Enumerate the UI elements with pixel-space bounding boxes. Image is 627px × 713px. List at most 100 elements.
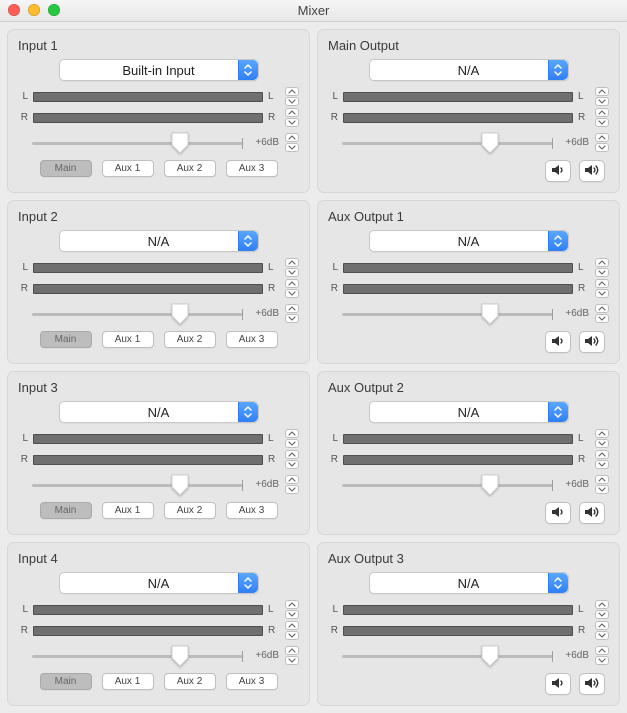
output-3-gain-slider[interactable]	[342, 476, 553, 494]
stepper-down-icon[interactable]	[595, 268, 609, 277]
input-2-gain-stepper[interactable]	[285, 304, 299, 323]
input-4-route-main-button[interactable]: Main	[40, 673, 92, 690]
input-2-device-select[interactable]: N/A	[59, 230, 259, 252]
input-1-gain-slider[interactable]	[32, 134, 243, 152]
input-2-route-main-button[interactable]: Main	[40, 331, 92, 348]
stepper-down-icon[interactable]	[285, 289, 299, 298]
output-3-gain-stepper[interactable]	[595, 475, 609, 494]
output-4-volume-low-button[interactable]	[545, 673, 571, 695]
output-2-left-stepper[interactable]	[595, 258, 609, 277]
stepper-down-icon[interactable]	[285, 485, 299, 494]
input-4-gain-stepper[interactable]	[285, 646, 299, 665]
stepper-down-icon[interactable]	[595, 610, 609, 619]
stepper-up-icon[interactable]	[285, 600, 299, 609]
stepper-up-icon[interactable]	[285, 133, 299, 142]
stepper-down-icon[interactable]	[285, 460, 299, 469]
input-3-device-select[interactable]: N/A	[59, 401, 259, 423]
stepper-up-icon[interactable]	[285, 108, 299, 117]
output-4-device-select[interactable]: N/A	[369, 572, 569, 594]
stepper-down-icon[interactable]	[285, 118, 299, 127]
stepper-down-icon[interactable]	[595, 289, 609, 298]
stepper-up-icon[interactable]	[595, 429, 609, 438]
stepper-down-icon[interactable]	[595, 143, 609, 152]
stepper-up-icon[interactable]	[285, 87, 299, 96]
input-2-gain-slider[interactable]	[32, 305, 243, 323]
output-2-gain-slider[interactable]	[342, 305, 553, 323]
stepper-down-icon[interactable]	[285, 610, 299, 619]
stepper-down-icon[interactable]	[595, 656, 609, 665]
output-3-volume-low-button[interactable]	[545, 502, 571, 524]
input-2-route-aux2-button[interactable]: Aux 2	[164, 331, 216, 348]
output-3-device-select[interactable]: N/A	[369, 401, 569, 423]
stepper-down-icon[interactable]	[595, 97, 609, 106]
stepper-down-icon[interactable]	[285, 314, 299, 323]
stepper-down-icon[interactable]	[285, 143, 299, 152]
stepper-down-icon[interactable]	[285, 656, 299, 665]
stepper-up-icon[interactable]	[595, 87, 609, 96]
input-4-route-aux2-button[interactable]: Aux 2	[164, 673, 216, 690]
stepper-down-icon[interactable]	[595, 631, 609, 640]
stepper-up-icon[interactable]	[285, 621, 299, 630]
input-1-route-aux2-button[interactable]: Aux 2	[164, 160, 216, 177]
stepper-up-icon[interactable]	[595, 450, 609, 459]
output-1-volume-low-button[interactable]	[545, 160, 571, 182]
stepper-up-icon[interactable]	[285, 279, 299, 288]
stepper-up-icon[interactable]	[285, 429, 299, 438]
stepper-up-icon[interactable]	[595, 304, 609, 313]
output-4-right-stepper[interactable]	[595, 621, 609, 640]
output-4-gain-stepper[interactable]	[595, 646, 609, 665]
input-3-route-aux3-button[interactable]: Aux 3	[226, 502, 278, 519]
input-4-gain-slider[interactable]	[32, 647, 243, 665]
input-3-route-aux1-button[interactable]: Aux 1	[102, 502, 154, 519]
output-2-volume-low-button[interactable]	[545, 331, 571, 353]
input-4-right-stepper[interactable]	[285, 621, 299, 640]
stepper-up-icon[interactable]	[595, 475, 609, 484]
output-3-right-stepper[interactable]	[595, 450, 609, 469]
input-4-device-select[interactable]: N/A	[59, 572, 259, 594]
output-4-volume-high-button[interactable]	[579, 673, 605, 695]
output-1-right-stepper[interactable]	[595, 108, 609, 127]
stepper-down-icon[interactable]	[595, 485, 609, 494]
stepper-up-icon[interactable]	[595, 600, 609, 609]
stepper-up-icon[interactable]	[595, 258, 609, 267]
input-1-gain-stepper[interactable]	[285, 133, 299, 152]
minimize-icon[interactable]	[28, 4, 40, 16]
input-2-route-aux3-button[interactable]: Aux 3	[226, 331, 278, 348]
output-1-gain-slider[interactable]	[342, 134, 553, 152]
stepper-up-icon[interactable]	[285, 475, 299, 484]
output-1-device-select[interactable]: N/A	[369, 59, 569, 81]
output-4-left-stepper[interactable]	[595, 600, 609, 619]
stepper-up-icon[interactable]	[285, 646, 299, 655]
input-2-left-stepper[interactable]	[285, 258, 299, 277]
input-3-route-aux2-button[interactable]: Aux 2	[164, 502, 216, 519]
stepper-up-icon[interactable]	[595, 621, 609, 630]
input-3-route-main-button[interactable]: Main	[40, 502, 92, 519]
stepper-down-icon[interactable]	[595, 118, 609, 127]
input-4-left-stepper[interactable]	[285, 600, 299, 619]
input-1-route-aux3-button[interactable]: Aux 3	[226, 160, 278, 177]
input-3-left-stepper[interactable]	[285, 429, 299, 448]
stepper-down-icon[interactable]	[595, 439, 609, 448]
stepper-up-icon[interactable]	[595, 108, 609, 117]
stepper-down-icon[interactable]	[285, 268, 299, 277]
output-3-volume-high-button[interactable]	[579, 502, 605, 524]
input-1-device-select[interactable]: Built-in Input	[59, 59, 259, 81]
output-1-left-stepper[interactable]	[595, 87, 609, 106]
input-4-route-aux1-button[interactable]: Aux 1	[102, 673, 154, 690]
output-1-volume-high-button[interactable]	[579, 160, 605, 182]
input-1-right-stepper[interactable]	[285, 108, 299, 127]
stepper-up-icon[interactable]	[595, 133, 609, 142]
stepper-up-icon[interactable]	[595, 646, 609, 655]
stepper-up-icon[interactable]	[285, 304, 299, 313]
input-4-route-aux3-button[interactable]: Aux 3	[226, 673, 278, 690]
output-2-volume-high-button[interactable]	[579, 331, 605, 353]
input-3-right-stepper[interactable]	[285, 450, 299, 469]
input-1-left-stepper[interactable]	[285, 87, 299, 106]
stepper-down-icon[interactable]	[595, 314, 609, 323]
output-4-gain-slider[interactable]	[342, 647, 553, 665]
stepper-down-icon[interactable]	[285, 97, 299, 106]
stepper-down-icon[interactable]	[285, 439, 299, 448]
input-1-route-main-button[interactable]: Main	[40, 160, 92, 177]
input-3-gain-stepper[interactable]	[285, 475, 299, 494]
output-2-device-select[interactable]: N/A	[369, 230, 569, 252]
